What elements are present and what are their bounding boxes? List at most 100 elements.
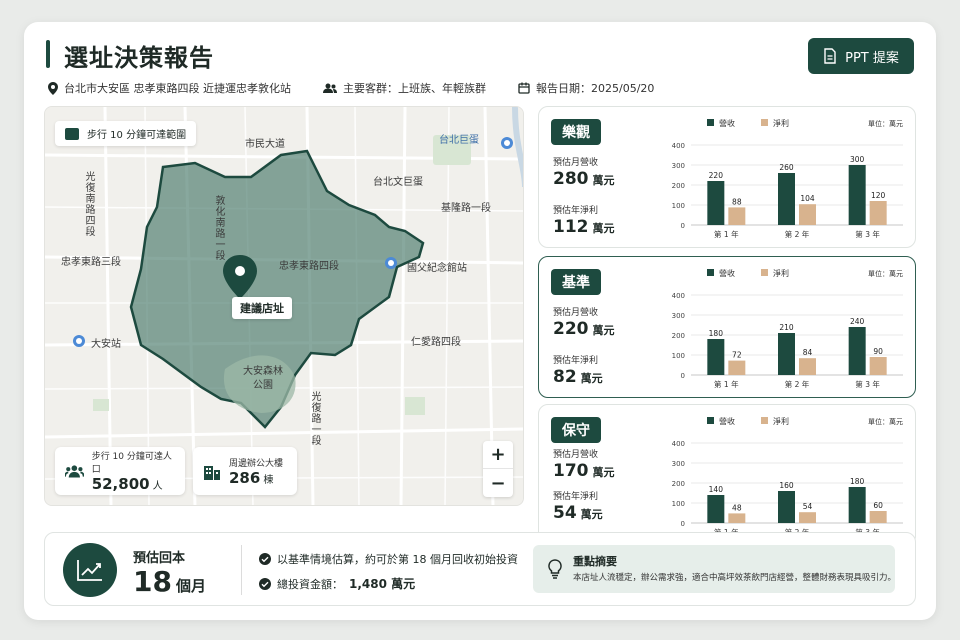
monthly-revenue-unit: 萬元 (592, 174, 615, 187)
annual-profit-value: 112 (553, 217, 589, 237)
revenue-bar (778, 491, 795, 523)
bar-value-label: 72 (732, 351, 742, 360)
map-label-daan-park: 大安森林公園 (243, 366, 283, 391)
scenario-optimistic[interactable]: 樂觀 預估月營收 280 萬元 預估年淨利 112 萬元 營收 淨利 單位：萬元 0 100… (538, 106, 916, 248)
y-tick-label: 300 (672, 460, 685, 468)
store-pin-label: 建議店址 (232, 297, 292, 319)
ppt-button-label: PPT 提案 (845, 50, 899, 66)
chart-unit-label: 單位：萬元 (868, 119, 903, 128)
y-tick-label: 100 (672, 500, 685, 508)
x-tick-label: 第 1 年 (714, 229, 739, 239)
monthly-revenue-value: 220 (553, 319, 589, 339)
bar-value-label: 180 (709, 329, 724, 338)
map-label-zhongxiao4: 忠孝東路四段 (279, 261, 339, 272)
revenue-bar (848, 327, 866, 375)
chart-unit-label: 單位：萬元 (868, 269, 903, 278)
payback-panel: 預估回本 18 個月 以基準情境估算，約可於第 18 個月回收初始投資 總投資金額… (44, 532, 916, 606)
date-info: 報告日期：2025/05/20 (518, 80, 654, 96)
y-tick-label: 100 (672, 202, 685, 210)
customers-text: 主要客群：上班族、年輕族群 (343, 82, 486, 95)
legend-revenue-swatch (707, 119, 714, 126)
check-circle-icon (259, 553, 271, 565)
scenario-conservative[interactable]: 保守 預估月營收 170 萬元 預估年淨利 54 萬元 營收 淨利 單位：萬元 0 100 2… (538, 404, 916, 546)
x-tick-label: 第 2 年 (785, 379, 810, 389)
lightbulb-icon (548, 559, 562, 579)
annual-profit-value: 82 (553, 367, 577, 387)
profit-bar (869, 201, 887, 225)
monthly-revenue-unit: 萬元 (592, 466, 615, 479)
bar-value-label: 90 (873, 347, 883, 356)
scenario-chart: 營收 淨利 單位：萬元 0 100 200 300 400 180 72 第 1 年 210 84 第 2… (672, 268, 903, 389)
revenue-bar (848, 487, 866, 523)
annual-profit-label: 預估年淨利 (553, 356, 599, 366)
bar-value-label: 48 (732, 503, 742, 512)
zoom-in-button[interactable]: + (483, 441, 513, 469)
profit-bar (869, 511, 887, 523)
map-label-sun-yat-sen: 國父紀念館站 (407, 263, 467, 274)
y-tick-label: 300 (672, 312, 685, 320)
population-stat: 步行 10 分鐘可達人口 52,800 人 (55, 447, 185, 495)
legend-profit-swatch (761, 417, 768, 424)
y-tick-label: 400 (672, 142, 685, 150)
y-tick-label: 200 (672, 332, 685, 340)
legend-profit-swatch (761, 269, 768, 276)
legend-profit-label: 淨利 (773, 416, 789, 426)
bar-value-label: 300 (850, 155, 865, 164)
monthly-revenue-label: 預估月營收 (553, 308, 599, 318)
calendar-icon (518, 82, 530, 94)
map-label-keelung: 基隆路一段 (441, 203, 491, 214)
profit-bar (728, 360, 746, 375)
profit-bar (799, 512, 816, 523)
bar-value-label: 140 (709, 485, 724, 494)
scenario-baseline[interactable]: 基準 預估月營收 220 萬元 預估年淨利 82 萬元 營收 淨利 單位：萬元 0 100 2… (538, 256, 916, 398)
profit-bar (869, 357, 887, 375)
map-label-shimin: 市民大道 (245, 139, 285, 150)
customers-info: 主要客群：上班族、年輕族群 (323, 80, 486, 96)
payback-value: 18 (133, 565, 172, 598)
monthly-revenue-value: 170 (553, 461, 589, 481)
investment-label: 總投資金額： (277, 577, 343, 591)
scenario-badge: 樂觀 (551, 119, 601, 145)
bar-value-label: 104 (800, 194, 815, 203)
map-label-dome-hidden: 台北文巨蛋 (373, 177, 423, 188)
map-view[interactable]: 步行 10 分鐘可達範圍 市民大道 台北巨蛋 台北文巨蛋 光復南路四段 敦化南路… (44, 106, 524, 506)
y-tick-label: 100 (672, 352, 685, 360)
scenario-badge: 保守 (551, 417, 601, 443)
ppt-proposal-button[interactable]: PPT 提案 (808, 38, 914, 74)
y-tick-label: 200 (672, 182, 685, 190)
users-icon (323, 83, 337, 93)
annual-profit-unit: 萬元 (580, 372, 603, 385)
map-label-guanghua: 光復南路四段 (83, 171, 94, 237)
annual-profit-label: 預估年淨利 (553, 492, 599, 502)
zoom-out-button[interactable]: − (483, 469, 513, 497)
legend-revenue-swatch (707, 269, 714, 276)
population-unit: 人 (152, 481, 163, 492)
bar-value-label: 120 (871, 191, 886, 200)
annual-profit-label: 預估年淨利 (553, 206, 599, 216)
profit-bar (799, 204, 816, 225)
check-circle-icon (259, 577, 271, 590)
bar-value-label: 180 (850, 477, 865, 486)
summary-box: 重點摘要 本店址人流穩定，辦公需求強，適合中高坪效茶飲門店經營，整體財務表現具吸… (533, 545, 897, 593)
investment-value: 1,480 萬元 (349, 577, 416, 591)
location-pin-icon (48, 81, 58, 95)
revenue-bar (778, 333, 795, 375)
bar-value-label: 210 (779, 323, 794, 332)
check-line-1: 以基準情境估算，約可於第 18 個月回收初始投資 (259, 551, 518, 567)
legend-profit-label: 淨利 (773, 268, 789, 278)
page-title: 選址決策報告 (64, 44, 214, 72)
legend-profit-label: 淨利 (773, 118, 789, 128)
trend-up-icon (77, 560, 102, 581)
x-tick-label: 第 3 年 (855, 229, 880, 239)
population-value: 52,800 (91, 475, 150, 493)
legend-label: 步行 10 分鐘可達範圍 (87, 130, 187, 141)
annual-profit-unit: 萬元 (592, 222, 615, 235)
bar-value-label: 84 (803, 348, 813, 357)
x-tick-label: 第 2 年 (785, 229, 810, 239)
revenue-bar (848, 165, 866, 225)
summary-text: 本店址人流穩定，辦公需求強，適合中高坪效茶飲門店經營，整體財務表現具吸引力。 (573, 573, 897, 583)
y-tick-label: 300 (672, 162, 685, 170)
monthly-revenue-unit: 萬元 (592, 324, 615, 337)
info-row: 台北市大安區 忠孝東路四段 近捷運忠孝敦化站 主要客群：上班族、年輕族群 報告日… (48, 80, 654, 96)
scenario-chart: 營收 淨利 單位：萬元 0 100 200 300 400 220 88 第 1 年 260 104 第 … (672, 118, 903, 239)
